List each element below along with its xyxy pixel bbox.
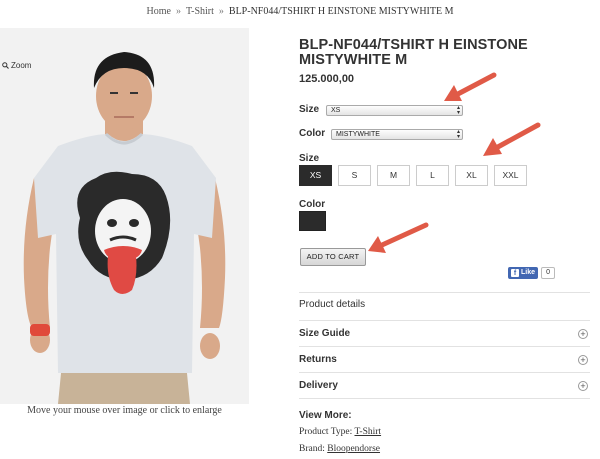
- divider: [299, 398, 590, 399]
- product-photo: [0, 28, 249, 404]
- product-title: BLP-NF044/TSHIRT H EINSTONE MISTYWHITE M: [299, 37, 528, 68]
- breadcrumb-current: BLP-NF044/TSHIRT H EINSTONE MISTYWHITE M: [228, 6, 454, 17]
- size-select[interactable]: XS ▴ ▾: [326, 105, 463, 116]
- magnifier-icon: [2, 62, 9, 69]
- arrow-icon: [444, 72, 497, 101]
- facebook-like-button[interactable]: f Like: [508, 267, 539, 279]
- size-option-xl[interactable]: XL: [455, 165, 488, 186]
- brand-link[interactable]: Bloopendorse: [327, 444, 380, 454]
- zoom-label: Zoom: [11, 61, 32, 70]
- product-details-heading: Product details: [299, 299, 366, 310]
- size-picker-label: Size: [299, 153, 320, 164]
- size-option-m[interactable]: M: [377, 165, 410, 186]
- brand-label: Brand:: [299, 444, 325, 454]
- product-type-label: Product Type:: [299, 427, 353, 437]
- delivery-toggle[interactable]: Delivery: [299, 380, 338, 391]
- color-select-label: Color: [299, 128, 326, 139]
- breadcrumb-separator: »: [218, 6, 224, 17]
- size-option-xxl[interactable]: XXL: [494, 165, 527, 186]
- divider: [299, 292, 590, 293]
- arrow-icon: [368, 222, 429, 253]
- view-more-heading: View More:: [299, 410, 352, 421]
- facebook-like-count: 0: [541, 267, 556, 279]
- select-arrows-icon: ▴ ▾: [456, 129, 460, 140]
- facebook-f-icon: f: [511, 269, 519, 277]
- color-select[interactable]: MISTYWHITE ▴ ▾: [331, 129, 463, 140]
- plus-circle-icon[interactable]: +: [578, 329, 588, 339]
- breadcrumb-home-link[interactable]: Home: [146, 6, 170, 17]
- size-option-xs[interactable]: XS: [299, 165, 332, 186]
- color-swatch-dark[interactable]: [299, 211, 326, 231]
- plus-circle-icon[interactable]: +: [578, 355, 588, 365]
- product-image[interactable]: Zoom: [0, 28, 249, 404]
- returns-toggle[interactable]: Returns: [299, 354, 337, 365]
- color-select-value: MISTYWHITE: [336, 131, 380, 138]
- product-price: 125.000,00: [299, 73, 355, 85]
- facebook-like-label: Like: [521, 269, 536, 276]
- facebook-like-widget: f Like 0: [508, 267, 556, 279]
- breadcrumb-category-link[interactable]: T-Shirt: [186, 6, 214, 17]
- image-caption: Move your mouse over image or click to e…: [27, 405, 222, 416]
- size-guide-toggle[interactable]: Size Guide: [299, 328, 350, 339]
- select-arrows-icon: ▴ ▾: [456, 105, 460, 116]
- product-type-link[interactable]: T-Shirt: [354, 427, 381, 437]
- color-picker-label: Color: [299, 199, 326, 210]
- size-select-value: XS: [331, 107, 341, 114]
- zoom-control[interactable]: Zoom: [2, 61, 31, 70]
- breadcrumb: Home » T-Shirt » BLP-NF044/TSHIRT H EINSTONE…: [0, 6, 600, 17]
- size-option-s[interactable]: S: [338, 165, 371, 186]
- breadcrumb-separator: »: [175, 6, 181, 17]
- product-type-line: Product Type: T-Shirt: [299, 427, 381, 437]
- divider: [299, 320, 590, 321]
- divider: [299, 346, 590, 347]
- divider: [299, 372, 590, 373]
- size-select-label: Size: [299, 104, 320, 115]
- plus-circle-icon[interactable]: +: [578, 381, 588, 391]
- arrow-icon: [483, 122, 541, 156]
- add-to-cart-button[interactable]: ADD TO CART: [300, 248, 366, 266]
- size-option-l[interactable]: L: [416, 165, 449, 186]
- brand-line: Brand: Bloopendorse: [299, 444, 380, 454]
